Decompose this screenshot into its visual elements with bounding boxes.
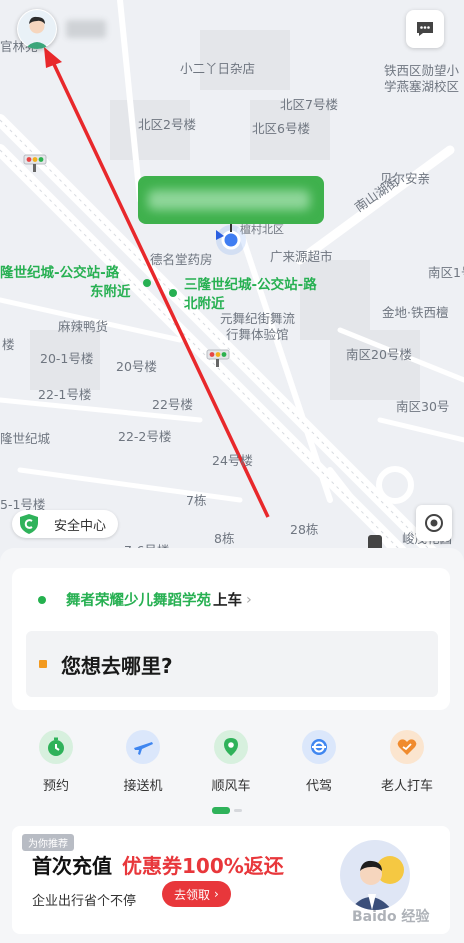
map-label: 小二丫日杂店 <box>180 61 256 76</box>
map-label: 24号楼 <box>212 453 253 468</box>
username-blurred <box>66 20 106 38</box>
map-label: 行舞体验馆 <box>226 327 289 342</box>
plane-icon <box>126 730 160 764</box>
service-chauffeur[interactable]: 代驾 <box>274 730 364 794</box>
message-button[interactable] <box>406 10 444 48</box>
map-label: 学燕塞湖校区 <box>384 79 460 94</box>
claim-button-label: 去领取 <box>174 887 211 902</box>
avatar[interactable] <box>17 9 57 49</box>
pickup-row[interactable]: 舞者荣耀少儿舞蹈学苑 上车 › <box>38 589 252 610</box>
avatar-icon <box>18 10 56 49</box>
bus-stop-label: 东附近 <box>90 284 131 300</box>
locate-button[interactable] <box>416 505 452 541</box>
map-label: 德名堂药房 <box>150 252 213 267</box>
pickup-bubble[interactable] <box>138 176 324 224</box>
destination-marker-icon <box>39 660 47 668</box>
promo-title: 首次充值 优惠券100%返还 <box>32 850 284 879</box>
map-label: 北区6号楼 <box>252 121 310 136</box>
pickup-dot-icon <box>38 595 46 604</box>
map-label: 20-1号楼 <box>40 351 94 366</box>
promo-title-main: 首次充值 <box>32 854 112 878</box>
service-carpool[interactable]: 顺风车 <box>186 730 276 794</box>
map-label: 22-1号楼 <box>38 387 92 402</box>
promo-banner[interactable]: 为你推荐 首次充值 优惠券100%返还 企业出行省个不停 去领取 › Baido … <box>12 826 450 934</box>
destination-input[interactable]: 您想去哪里? <box>26 631 438 697</box>
steering-icon <box>302 730 336 764</box>
map-label: 隆世纪城 <box>0 431 51 446</box>
page-indicator <box>212 800 244 814</box>
map-label: 南区20号楼 <box>346 347 412 362</box>
service-elderly[interactable]: 老人打车 <box>362 730 452 794</box>
shield-icon <box>20 514 38 534</box>
bus-stop-label: 北附近 <box>184 296 225 312</box>
map-label: 北区7号楼 <box>280 97 338 112</box>
map-label: 南区30号 <box>396 399 450 414</box>
message-icon <box>417 22 433 36</box>
service-label: 预约 <box>42 779 69 794</box>
pin-icon <box>214 730 248 764</box>
service-label: 顺风车 <box>211 779 251 794</box>
service-label: 接送机 <box>123 779 163 794</box>
map-label: 28栋 <box>290 522 319 537</box>
pickup-place: 舞者荣耀少儿舞蹈学苑 <box>66 593 211 609</box>
map-label: 金地·铁西檀 <box>382 305 449 320</box>
safety-center-label: 安全中心 <box>54 518 107 534</box>
locate-icon <box>425 514 443 532</box>
trip-card: 舞者荣耀少儿舞蹈学苑 上车 › 您想去哪里? <box>12 568 450 710</box>
map-label: 20号楼 <box>116 359 157 374</box>
bus-stop-label: 三隆世纪城-公交站-路 <box>184 277 317 293</box>
recommend-tag: 为你推荐 <box>22 834 74 851</box>
service-reserve[interactable]: 预约 <box>11 730 101 794</box>
map-label: 楼 <box>2 337 15 352</box>
promo-title-highlight: 优惠券100%返还 <box>122 854 284 878</box>
clock-icon <box>39 730 73 764</box>
map-label: 7栋 <box>186 493 207 508</box>
map-label: 22-2号楼 <box>118 429 172 444</box>
blurred-text <box>148 190 310 210</box>
bus-stop-right[interactable]: 三隆世纪城-公交站-路 北附近 <box>184 276 317 314</box>
map-label: 北区2号楼 <box>138 117 196 132</box>
map-label: 22号楼 <box>152 397 193 412</box>
bus-stop-label: 隆世纪城-公交站-路 <box>0 265 120 281</box>
pickup-suffix: 上车 <box>213 593 242 609</box>
chevron-right-icon: › <box>214 887 219 901</box>
service-row: 预约 接送机 顺风车 代驾 老人打车 <box>0 730 464 800</box>
map-label: 麻辣鸭货 <box>58 319 109 334</box>
destination-placeholder: 您想去哪里? <box>61 653 173 678</box>
map-label: 8栋 <box>214 531 235 546</box>
service-label: 代驾 <box>305 779 332 794</box>
safety-center-button[interactable]: 安全中心 <box>12 510 119 538</box>
service-airport[interactable]: 接送机 <box>98 730 188 794</box>
map-label: 广来源超市 <box>270 249 333 264</box>
watermark: Baido 经验 <box>352 909 430 925</box>
bus-stop-left[interactable]: 隆世纪城-公交站-路 东附近 <box>0 264 131 302</box>
claim-button[interactable]: 去领取 › <box>162 881 231 907</box>
map-view[interactable]: 小二丫日杂店 铁西区勋望小 学燕塞湖校区 北区7号楼 北区2号楼 北区6号楼 贝… <box>0 0 464 560</box>
promo-subtitle: 企业出行省个不停 <box>32 894 137 909</box>
heart-icon <box>390 730 424 764</box>
promo-illustration <box>340 840 410 910</box>
service-label: 老人打车 <box>380 779 433 794</box>
chevron-right-icon: › <box>246 591 252 608</box>
map-label: 南区1号 <box>428 265 464 280</box>
